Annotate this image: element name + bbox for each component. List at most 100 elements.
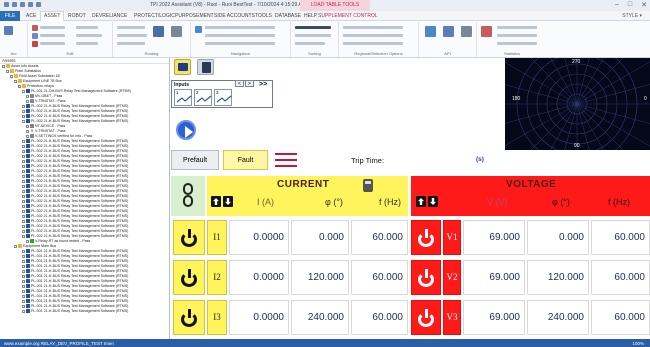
expand-icon[interactable] <box>22 204 25 208</box>
chart-icon[interactable] <box>481 26 492 37</box>
expand-icon[interactable] <box>14 79 17 83</box>
expand-icon[interactable] <box>22 139 25 143</box>
expand-icon[interactable] <box>26 94 29 98</box>
expand-icon[interactable] <box>22 219 25 223</box>
expand-icon[interactable] <box>22 199 25 203</box>
voltage-frequency-field[interactable]: 60.000 <box>591 300 650 335</box>
voltage-down-arrow-icon[interactable] <box>428 196 438 207</box>
expand-icon[interactable] <box>22 189 25 193</box>
clear-icon[interactable] <box>461 26 472 37</box>
tab-asset[interactable]: ASSET <box>40 11 65 21</box>
current-power-button[interactable] <box>173 300 205 335</box>
tab-database[interactable]: DATABASE <box>275 13 301 19</box>
tab-help[interactable]: HELP <box>304 13 317 19</box>
copy-icon[interactable] <box>32 33 38 39</box>
tab-protect-logic[interactable]: PROTECT/LOGIC <box>134 13 175 19</box>
test-module-icon[interactable] <box>174 59 191 75</box>
expand-icon[interactable] <box>22 254 25 258</box>
current-frequency-field[interactable]: 60.000 <box>351 260 408 295</box>
voltage-phase-field[interactable]: 120.000 <box>527 260 589 295</box>
inputs-next-button[interactable]: > <box>245 80 254 87</box>
expand-icon[interactable] <box>22 289 25 293</box>
cut-icon[interactable] <box>32 41 38 47</box>
expand-icon[interactable] <box>22 259 25 263</box>
expand-icon[interactable] <box>22 234 25 238</box>
expand-icon[interactable] <box>22 229 25 233</box>
close-icon[interactable]: ✕ <box>641 1 647 9</box>
expand-icon[interactable] <box>18 84 21 88</box>
current-up-arrow-icon[interactable] <box>211 196 221 207</box>
expand-icon[interactable] <box>26 239 29 243</box>
expand-icon[interactable] <box>22 309 25 313</box>
new-icon[interactable] <box>4 26 13 35</box>
current-phase-field[interactable]: 0.000 <box>291 220 349 255</box>
tab-ace[interactable]: ACE <box>26 13 36 19</box>
expand-icon[interactable] <box>26 99 29 103</box>
voltage-up-arrow-icon[interactable] <box>416 196 426 207</box>
expand-icon[interactable] <box>22 209 25 213</box>
expand-icon[interactable] <box>2 64 5 68</box>
status-zoom[interactable]: 100% <box>632 341 644 346</box>
calculator-icon[interactable] <box>363 179 373 192</box>
expand-icon[interactable] <box>22 294 25 298</box>
properties-icon[interactable] <box>153 26 164 37</box>
expand-icon[interactable] <box>22 184 25 188</box>
device-icon[interactable] <box>197 59 214 75</box>
expand-icon[interactable] <box>22 269 25 273</box>
expand-icon[interactable] <box>22 114 25 118</box>
current-phase-field[interactable]: 240.000 <box>291 300 349 335</box>
expand-icon[interactable] <box>26 134 29 138</box>
voltage-phase-field[interactable]: 240.000 <box>527 300 589 335</box>
input-slot-1[interactable]: 1 <box>174 89 192 106</box>
expand-icon[interactable] <box>22 264 25 268</box>
voltage-power-button[interactable] <box>411 300 441 335</box>
expand-icon[interactable] <box>10 74 13 78</box>
expand-icon[interactable] <box>22 169 25 173</box>
voltage-frequency-field[interactable]: 60.000 <box>591 260 650 295</box>
expand-icon[interactable] <box>22 119 25 123</box>
current-magnitude-field[interactable]: 0.0000 <box>229 260 289 295</box>
expand-icon[interactable] <box>22 224 25 228</box>
expand-icon[interactable] <box>14 244 17 248</box>
expand-icon[interactable] <box>22 164 25 168</box>
expand-icon[interactable] <box>22 274 25 278</box>
expand-icon[interactable] <box>22 284 25 288</box>
lines-menu-icon[interactable] <box>273 150 299 170</box>
expand-icon[interactable] <box>22 149 25 153</box>
fault-button[interactable]: Fault <box>223 150 268 170</box>
current-magnitude-field[interactable]: 0.0000 <box>229 300 289 335</box>
voltage-magnitude-field[interactable]: 69.000 <box>463 220 525 255</box>
current-magnitude-field[interactable]: 0.0000 <box>229 220 289 255</box>
current-power-button[interactable] <box>173 220 205 255</box>
input-slot-3[interactable]: 3 <box>214 89 232 106</box>
inputs-more-button[interactable]: >> <box>259 81 267 88</box>
expand-icon[interactable] <box>22 89 25 93</box>
expand-icon[interactable] <box>22 279 25 283</box>
tab-purposement[interactable]: PURPOSEMENT <box>175 13 214 19</box>
tab-tools[interactable]: TOOLS <box>255 13 272 19</box>
expand-icon[interactable] <box>22 179 25 183</box>
minimize-icon[interactable]: – <box>615 1 619 9</box>
expand-icon[interactable] <box>6 69 9 73</box>
expand-icon[interactable] <box>22 299 25 303</box>
expand-icon[interactable] <box>22 109 25 113</box>
maximize-icon[interactable]: □ <box>628 1 632 9</box>
inputs-prev-button[interactable]: < <box>235 80 244 87</box>
expand-icon[interactable] <box>22 194 25 198</box>
voltage-power-button[interactable] <box>411 220 441 255</box>
current-frequency-field[interactable]: 60.000 <box>351 220 408 255</box>
current-down-arrow-icon[interactable] <box>223 196 233 207</box>
voltage-magnitude-field[interactable]: 69.000 <box>463 300 525 335</box>
voltage-power-button[interactable] <box>411 260 441 295</box>
asset-tree[interactable]: Asset Info Assets Plant Substation Field A… <box>0 64 169 314</box>
tree-item[interactable]: PL-001 21-H-BUS Relay Test Management So… <box>0 309 169 314</box>
voltage-phase-field[interactable]: 0.000 <box>527 220 589 255</box>
tab-supplement-control[interactable]: SUPPLEMENT CONTROL <box>318 13 378 19</box>
expand-icon[interactable] <box>22 154 25 158</box>
tab-devreliance[interactable]: DEVRELIANCE <box>92 13 127 19</box>
expand-icon[interactable] <box>22 214 25 218</box>
style-option[interactable]: STYLE ▾ <box>622 13 642 19</box>
link-icon[interactable] <box>171 176 205 216</box>
expand-icon[interactable] <box>26 124 29 128</box>
voltage-frequency-field[interactable]: 60.000 <box>591 220 650 255</box>
